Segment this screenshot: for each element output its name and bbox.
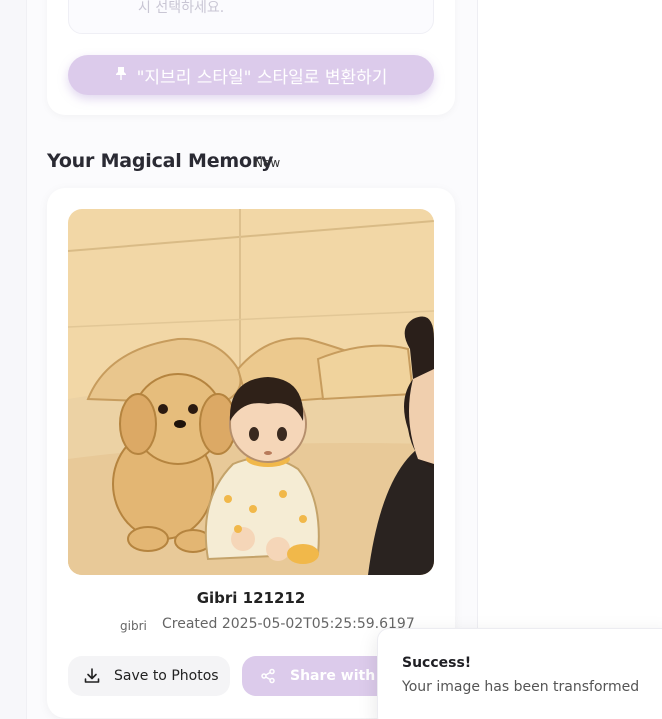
left-gutter — [0, 0, 26, 719]
pin-icon — [115, 66, 127, 84]
image-title: Gibri 121212 — [196, 589, 306, 607]
page: 시 선택하세요. "지브리 스타일" 스타일로 변환하기 Your Magica… — [0, 0, 662, 719]
convert-style-label: "지브리 스타일" 스타일로 변환하기 — [136, 67, 388, 88]
toast-title: Success! — [402, 655, 472, 671]
style-select-hint-box[interactable] — [68, 0, 434, 34]
success-toast[interactable]: Success! Your image has been transformed — [377, 628, 662, 719]
image-created-date: Created 2025-05-02T05:25:59.6197 — [162, 616, 415, 632]
save-to-photos-label: Save to Photos — [114, 668, 219, 684]
save-to-photos-button[interactable]: Save to Photos — [68, 656, 230, 696]
new-badge: New — [254, 156, 281, 170]
style-select-hint: 시 선택하세요. — [138, 0, 225, 16]
toast-message: Your image has been transformed — [402, 679, 640, 695]
section-title: Your Magical Memory — [47, 150, 274, 172]
download-icon — [84, 668, 100, 683]
convert-style-button[interactable]: "지브리 스타일" 스타일로 변환하기 — [68, 55, 434, 95]
transformed-image[interactable] — [68, 209, 434, 575]
image-author: gibri — [120, 619, 147, 633]
share-icon — [261, 668, 275, 684]
